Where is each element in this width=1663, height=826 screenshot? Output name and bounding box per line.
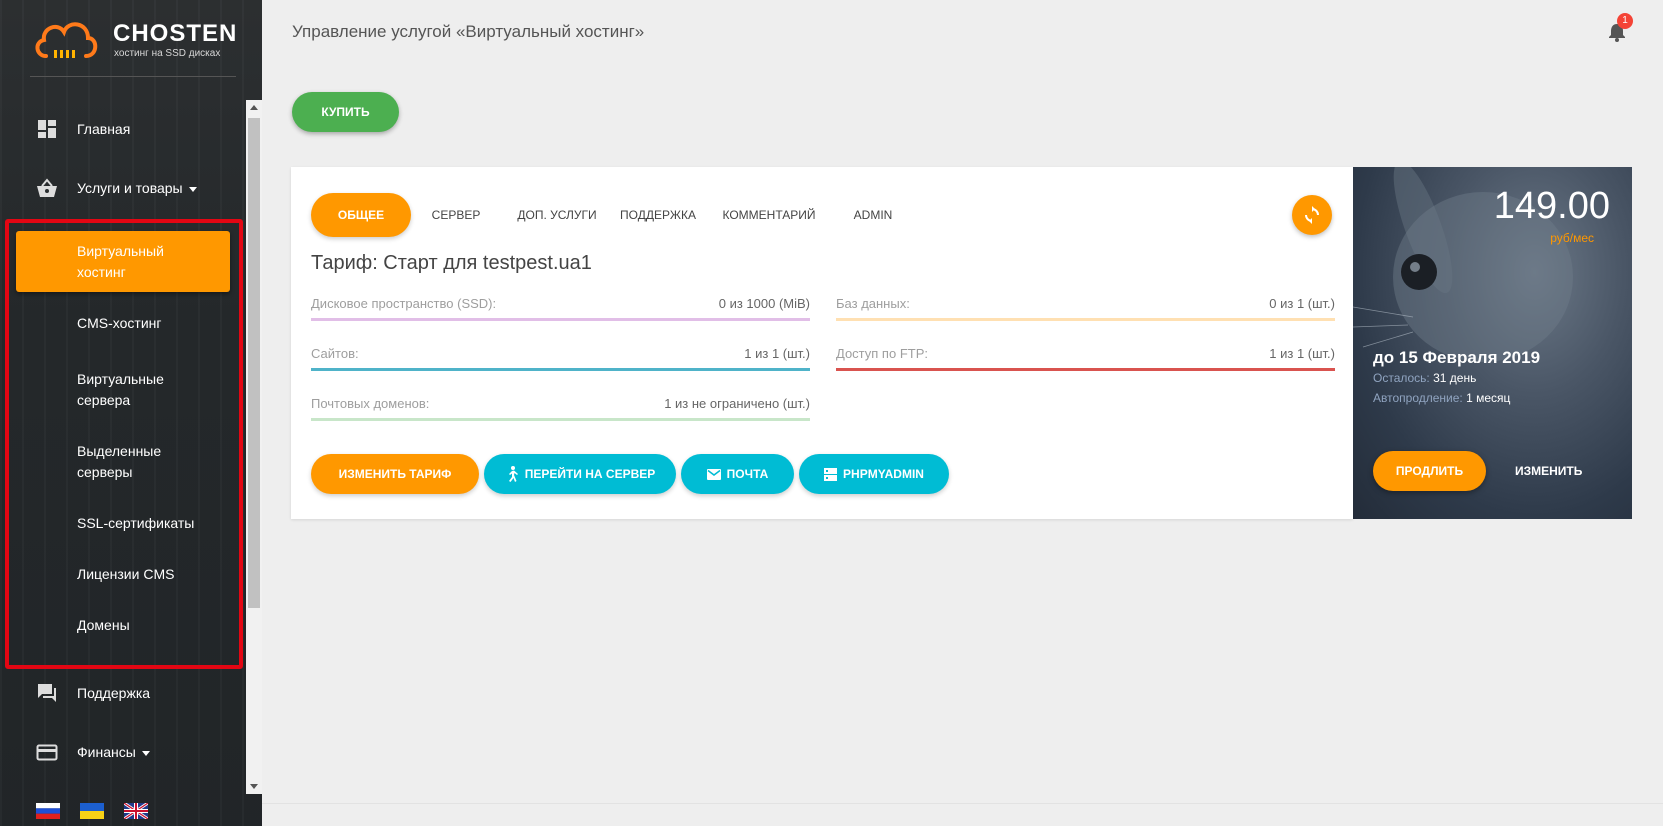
stat-label: Доступ по FTP: (836, 346, 928, 361)
sidebar-scrollbar[interactable] (246, 100, 262, 794)
scroll-down-icon[interactable] (250, 784, 258, 789)
sidebar-subitem-label: Виртуальный хостинг (77, 242, 164, 280)
sidebar-subitem-dedicated[interactable]: Выделенные серверы (16, 440, 230, 484)
remaining-label: Осталось: (1373, 371, 1430, 385)
stat-value: 1 из 1 (шт.) (1269, 346, 1335, 361)
stat-ftp: Доступ по FTP: 1 из 1 (шт.) (836, 346, 1335, 372)
basket-icon (37, 178, 57, 197)
language-switcher (36, 803, 148, 819)
stat-label: Сайтов: (311, 346, 359, 361)
sidebar-item-home[interactable]: Главная (0, 107, 246, 151)
sidebar-subitem-label: Виртуальные сервера (77, 371, 164, 408)
button-label: ПОЧТА (726, 467, 769, 481)
tab-admin[interactable]: ADMIN (853, 193, 893, 237)
sidebar-item-label: Поддержка (77, 685, 151, 701)
stat-bar (311, 318, 810, 321)
stat-value: 0 из 1 (шт.) (1269, 296, 1335, 311)
sidebar-item-label: Главная (77, 121, 131, 137)
tab-support[interactable]: ПОДДЕРЖКА (620, 193, 696, 237)
button-label: PHPMYADMIN (843, 467, 924, 481)
sidebar-subitem-label: CMS-хостинг (77, 314, 162, 331)
price: 149.00 (1493, 185, 1610, 227)
stat-value: 1 из 1 (шт.) (744, 346, 810, 361)
stat-bar (836, 368, 1335, 371)
server-icon (824, 467, 838, 481)
flag-ru-icon[interactable] (36, 803, 60, 819)
sidebar-item-support[interactable]: Поддержка (0, 671, 246, 715)
divider (30, 76, 236, 77)
service-card: ОБЩЕЕ СЕРВЕР ДОП. УСЛУГИ ПОДДЕРЖКА КОММЕ… (291, 167, 1353, 519)
button-label: ИЗМЕНИТЬ ТАРИФ (338, 467, 452, 481)
sidebar-subitem-cms-licenses[interactable]: Лицензии CMS (16, 563, 230, 585)
chevron-down-icon (141, 750, 150, 756)
brand-subtitle: хостинг на SSD дисках (114, 48, 221, 59)
footer-divider (262, 803, 1663, 804)
cloud-logo-icon (35, 22, 98, 58)
sidebar-item-label: Услуги и товары (77, 180, 183, 196)
stat-disk: Дисковое пространство (SSD): 0 из 1000 (… (311, 296, 810, 322)
dashboard-icon (38, 120, 56, 138)
autorenew-value: 1 месяц (1466, 391, 1511, 405)
sidebar-item-finance[interactable]: Финансы (0, 730, 246, 774)
chat-icon (38, 684, 56, 702)
paid-until: до 15 Февраля 2019 (1373, 348, 1541, 367)
remaining-value: 31 день (1433, 371, 1477, 385)
logo[interactable]: CHOSTEN хостинг на SSD дисках (32, 14, 242, 66)
prolong-button[interactable]: ПРОДЛИТЬ (1373, 451, 1486, 491)
mail-icon (706, 468, 721, 480)
stat-value: 0 из 1000 (MiB) (718, 296, 810, 311)
flag-uk-icon[interactable] (124, 803, 148, 819)
tab-server[interactable]: СЕРВЕР (431, 193, 481, 237)
phpmyadmin-button[interactable]: PHPMYADMIN (799, 454, 949, 494)
stat-databases: Баз данных: 0 из 1 (шт.) (836, 296, 1335, 322)
remaining-info: Осталось: 31 день (1373, 371, 1476, 385)
button-label: ПЕРЕЙТИ НА СЕРВЕР (524, 467, 656, 481)
tab-general[interactable]: ОБЩЕЕ (311, 193, 411, 237)
brand-title: CHOSTEN (113, 20, 238, 47)
price-unit: руб/мес (1550, 231, 1594, 245)
change-tariff-button[interactable]: ИЗМЕНИТЬ ТАРИФ (311, 454, 479, 494)
sidebar-subitem-label: SSL-сертификаты (77, 514, 195, 531)
scroll-thumb[interactable] (248, 118, 260, 608)
stat-bar (311, 368, 810, 371)
card-icon (36, 744, 58, 761)
refresh-button[interactable] (1292, 195, 1332, 235)
buy-button[interactable]: КУПИТЬ (292, 92, 399, 132)
autorenew-info: Автопродление: 1 месяц (1373, 391, 1510, 405)
stat-value: 1 из не ограничено (шт.) (664, 396, 810, 411)
change-billing-link[interactable]: ИЗМЕНИТЬ (1515, 464, 1582, 478)
sidebar: CHOSTEN хостинг на SSD дисках Главная Ус… (0, 0, 262, 826)
stat-label: Дисковое пространство (SSD): (311, 296, 497, 311)
sidebar-subitem-ssl[interactable]: SSL-сертификаты (16, 512, 230, 534)
page-title: Управление услугой «Виртуальный хостинг» (292, 22, 645, 41)
scroll-up-icon[interactable] (250, 105, 258, 110)
walk-icon (508, 466, 518, 482)
sidebar-subitem-domains[interactable]: Домены (16, 614, 230, 636)
goto-server-button[interactable]: ПЕРЕЙТИ НА СЕРВЕР (484, 454, 676, 494)
sidebar-subitem-label: Выделенные серверы (77, 443, 162, 480)
mail-button[interactable]: ПОЧТА (681, 454, 794, 494)
sidebar-subitem-label: Лицензии CMS (77, 565, 175, 582)
stat-label: Почтовых доменов: (311, 396, 430, 411)
sidebar-item-services[interactable]: Услуги и товары (0, 166, 246, 210)
flag-ua-icon[interactable] (80, 803, 104, 819)
sidebar-item-label: Финансы (77, 744, 136, 760)
sidebar-subitem-cms-hosting[interactable]: CMS-хостинг (16, 312, 230, 334)
sidebar-subitem-label: Домены (77, 616, 130, 633)
tab-extra-services[interactable]: ДОП. УСЛУГИ (517, 193, 597, 237)
stat-bar (311, 418, 810, 421)
stat-label: Баз данных: (836, 296, 910, 311)
stat-mail-domains: Почтовых доменов: 1 из не ограничено (шт… (311, 396, 810, 422)
refresh-icon (1305, 206, 1319, 224)
stat-bar (836, 318, 1335, 321)
stat-sites: Сайтов: 1 из 1 (шт.) (311, 346, 810, 372)
autorenew-label: Автопродление: (1373, 391, 1463, 405)
billing-panel: 149.00 руб/мес до 15 Февраля 2019 Остало… (1353, 167, 1632, 519)
sidebar-subitem-virtual-hosting[interactable]: Виртуальный хостинг (16, 231, 230, 292)
tab-comment[interactable]: КОММЕНТАРИЙ (722, 193, 815, 237)
sidebar-subitem-vps[interactable]: Виртуальные сервера (16, 368, 230, 412)
chevron-down-icon (188, 186, 197, 192)
tariff-title: Тариф: Старт для testpest.ua1 (311, 252, 592, 274)
notification-badge: 1 (1617, 13, 1633, 29)
